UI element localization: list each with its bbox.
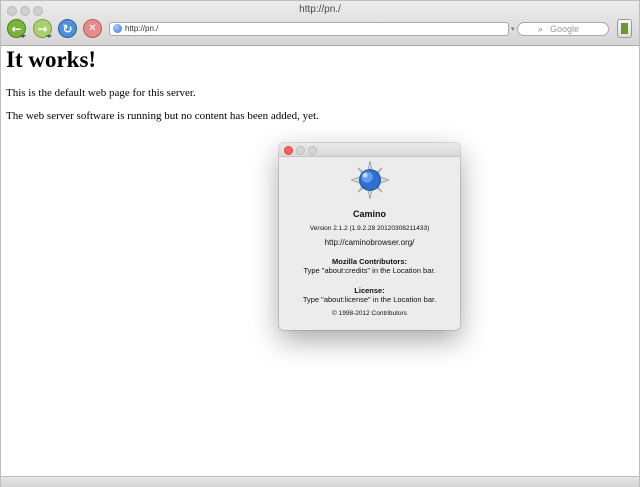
camino-logo-icon [351,161,389,199]
dialog-zoom-button [308,146,317,155]
site-globe-icon [113,24,122,33]
forward-arrow-icon: → [37,21,48,36]
contributors-text: Type "about:credits" in the Location bar… [303,266,436,275]
location-bar[interactable]: http://pn./ [109,22,509,36]
app-name: Camino [352,209,386,219]
search-placeholder: Google [550,24,580,34]
dialog-close-button[interactable] [284,146,293,155]
reload-icon: ↻ [62,21,73,36]
reload-button[interactable]: ↻ [58,19,77,38]
bookmarks-icon [621,23,628,34]
search-field[interactable]: ⌕ Google [517,22,609,36]
version-text: Version 2.1.2 (1.9.2.28 20120308211433) [309,225,430,232]
window-title: http://pn./ [299,4,341,15]
page-heading: It works! [6,47,97,72]
back-arrow-icon: ← [11,21,22,36]
back-button[interactable]: ← [7,19,26,38]
dialog-minimize-button [296,146,305,155]
bookmarks-button[interactable] [617,19,632,38]
copyright-text: © 1998-2012 Contributors [332,310,407,317]
title-toolbar: http://pn./ ← → ↻ ✕ http://pn./ ▾ ⌕ Goog… [1,1,639,46]
search-icon: ⌕ [538,24,544,34]
license-heading: License: [354,286,385,295]
location-dropdown-icon[interactable]: ▾ [511,25,515,33]
stop-icon: ✕ [88,23,97,34]
dialog-titlebar [279,143,460,157]
paragraph-no-content: The web server software is running but n… [6,110,319,122]
url-text[interactable]: http://pn./ [125,23,158,35]
status-bar [1,476,639,487]
stop-button[interactable]: ✕ [83,19,102,38]
contributors-heading: Mozilla Contributors: [332,257,407,266]
about-dialog: Camino Version 2.1.2 (1.9.2.28 201203082… [279,143,460,330]
license-text: Type "about:license" in the Location bar… [302,295,437,304]
paragraph-default-page: This is the default web page for this se… [6,87,196,99]
forward-button[interactable]: → [33,19,52,38]
website-link[interactable]: http://caminobrowser.org/ [279,238,460,247]
